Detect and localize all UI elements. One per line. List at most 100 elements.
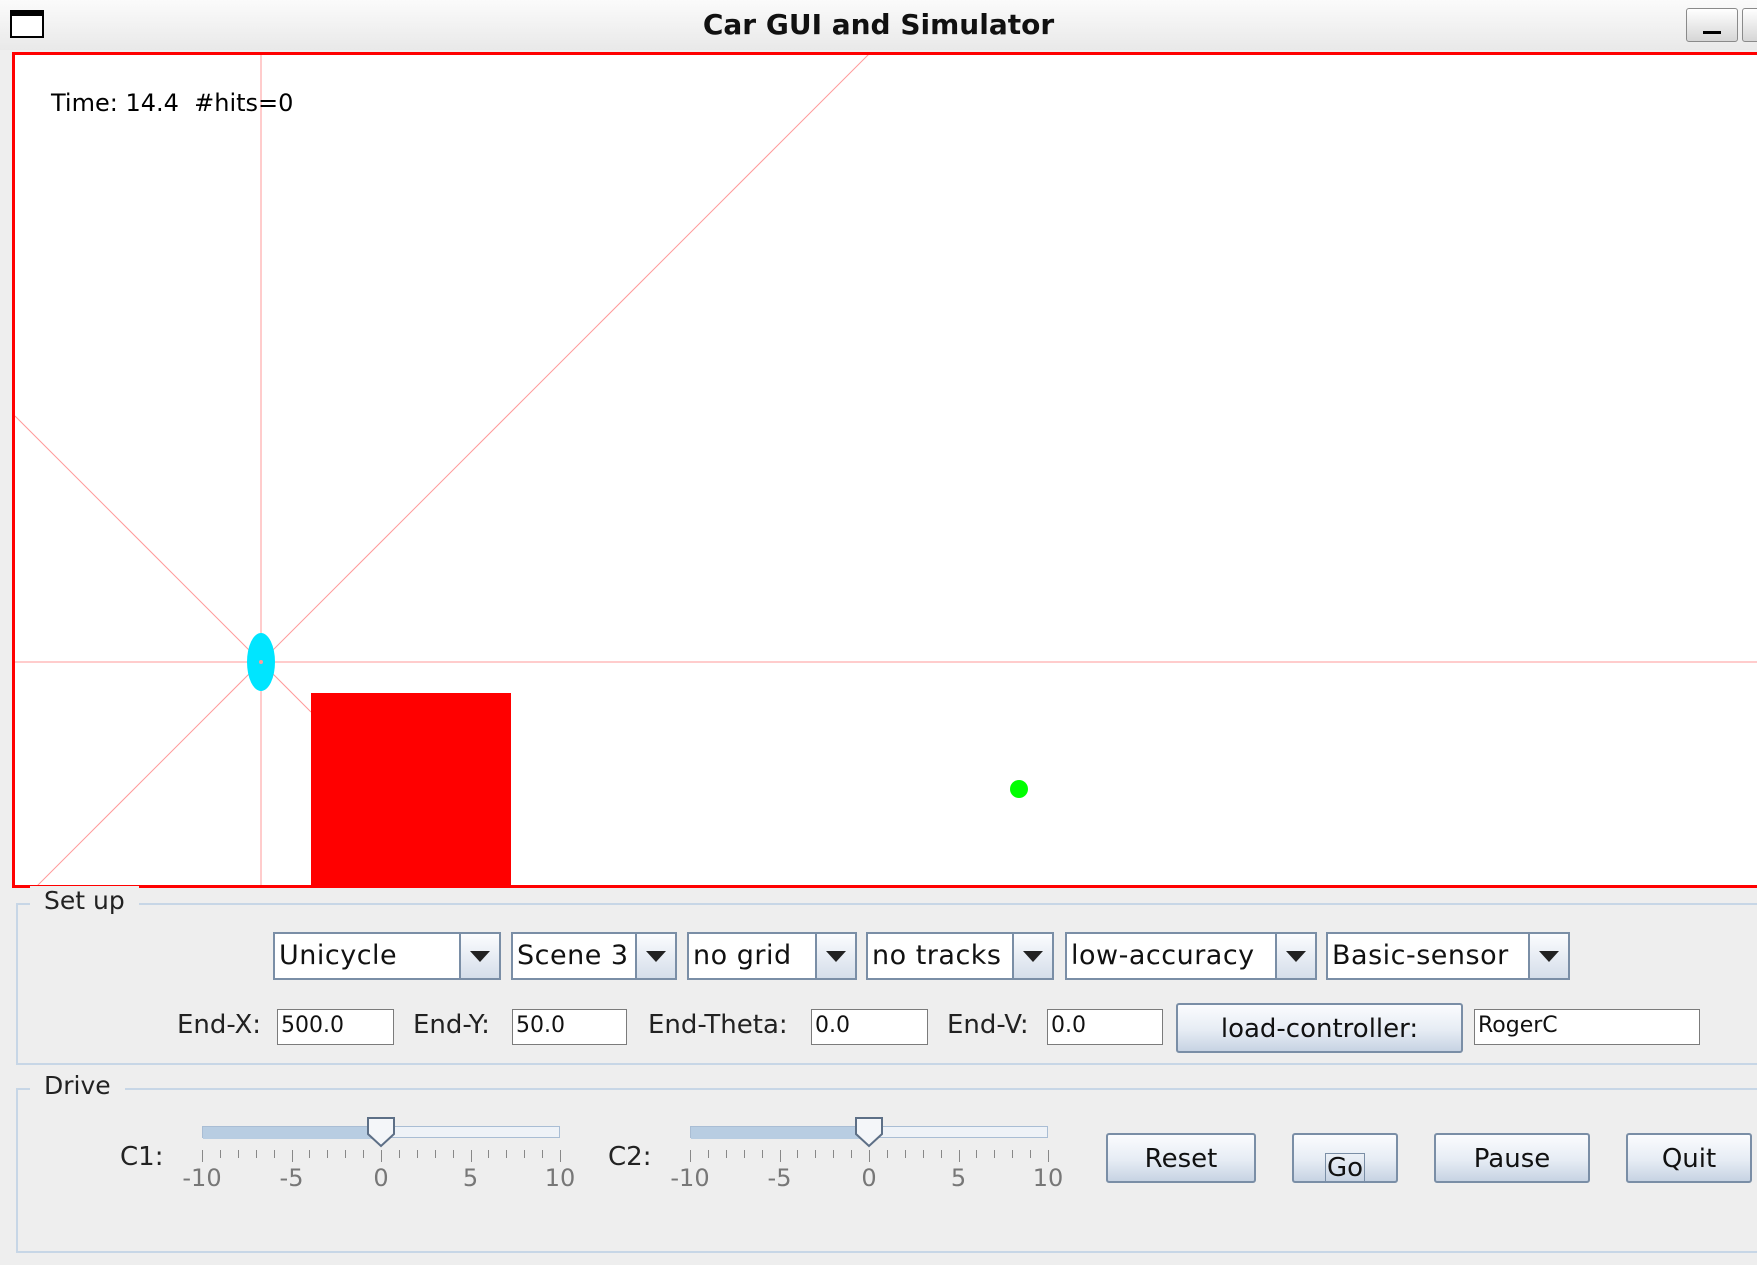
c2-slider-tick [959,1150,960,1162]
c2-slider-tick [941,1150,942,1158]
pause-button[interactable]: Pause [1434,1133,1590,1183]
c2-slider-tick [726,1150,727,1158]
end-theta-field[interactable]: 0.0 [811,1009,928,1045]
c1-slider-tick [435,1150,436,1158]
c2-label: C2: [608,1142,652,1172]
c2-slider-thumb[interactable] [854,1116,884,1148]
chevron-down-icon [815,934,855,978]
c2-slider-tick [708,1150,709,1158]
c2-slider-tick-label: 0 [861,1164,877,1192]
c1-slider-tick [274,1150,275,1158]
c1-slider-tick-label: 5 [462,1164,479,1192]
c1-slider-tick [345,1150,346,1158]
accuracy-select[interactable]: low-accuracy [1065,932,1317,980]
c1-slider-tick [399,1150,400,1158]
end-x-field[interactable]: 500.0 [277,1009,394,1045]
load-controller-button[interactable]: load-controller: [1176,1003,1463,1053]
c1-slider-tick [417,1150,418,1158]
c2-slider-tick [797,1150,798,1158]
c2-slider[interactable]: -10 -5 0 5 10 [670,1112,1063,1192]
c2-slider-tick-label: 10 [1032,1164,1064,1192]
c1-slider-tick [202,1150,203,1162]
c1-slider-tick-label: -5 [279,1164,304,1192]
quit-label: Quit [1661,1144,1717,1174]
controller-name-field[interactable]: RogerC [1474,1009,1700,1045]
chevron-down-icon [1275,934,1315,978]
c1-slider-tick [238,1150,239,1158]
obstacle-block [311,693,511,885]
simulation-canvas[interactable]: Time: 14.4 #hits=0 [12,52,1757,888]
c1-slider-fill [203,1127,382,1139]
c2-slider-tick-label: -5 [767,1164,792,1192]
end-v-label: End-V: [947,1010,1029,1040]
car-center [259,660,263,664]
c2-slider-tick [976,1150,977,1158]
grid-select[interactable]: no grid [687,932,857,980]
end-y-label: End-Y: [413,1010,490,1040]
c1-slider-tick [453,1150,454,1158]
c1-slider-thumb[interactable] [366,1116,396,1148]
scene-select[interactable]: Scene 3 [511,932,677,980]
reset-button[interactable]: Reset [1106,1133,1256,1183]
go-button[interactable]: Go [1292,1133,1398,1183]
end-theta-label: End-Theta: [648,1010,788,1040]
c1-slider-tick [256,1150,257,1158]
c1-slider-tick-label: -10 [182,1164,222,1192]
chevron-down-icon [1528,934,1568,978]
c2-slider-tick [887,1150,888,1158]
end-v-field[interactable]: 0.0 [1047,1009,1163,1045]
grid-select-value: no grid [693,940,792,971]
c2-slider-tick [851,1150,852,1158]
target-point [1010,780,1028,798]
c2-slider-tick-label: -10 [670,1164,710,1192]
c2-slider-tick [833,1150,834,1158]
chevron-down-icon [1012,934,1052,978]
c1-slider-tick [220,1150,221,1158]
sensor-select-value: Basic-sensor [1332,940,1509,971]
c1-slider[interactable]: -10 -5 0 5 10 [182,1112,575,1192]
end-x-label: End-X: [177,1010,262,1040]
c1-slider-tick-label: 10 [544,1164,576,1192]
simulation-drawing [15,55,1757,885]
c1-slider-tick-label: 0 [373,1164,389,1192]
tracks-select-value: no tracks [872,940,1002,971]
end-y-field[interactable]: 50.0 [512,1009,627,1045]
c2-slider-tick [780,1150,781,1162]
c1-slider-tick [381,1150,382,1162]
status-text: Time: 14.4 #hits=0 [51,89,294,117]
vehicle-select[interactable]: Unicycle [273,932,501,980]
load-controller-label: load-controller: [1220,1014,1419,1044]
c2-slider-tick [690,1150,691,1162]
window-title: Car GUI and Simulator [702,8,1055,41]
c2-slider-tick [762,1150,763,1158]
c2-slider-tick [815,1150,816,1158]
reset-label: Reset [1144,1144,1218,1174]
minimize-button[interactable] [1686,8,1738,42]
quit-button[interactable]: Quit [1626,1133,1752,1183]
go-label: Go [1324,1153,1366,1183]
maximize-button[interactable] [1742,8,1757,42]
c1-slider-tick [292,1150,293,1162]
minimize-icon [1703,31,1721,34]
title-bar: Car GUI and Simulator [0,0,1757,50]
c2-slider-tick [869,1150,870,1162]
vehicle-select-value: Unicycle [279,940,398,971]
c1-slider-tick [363,1150,364,1158]
c1-slider-tick [560,1150,561,1162]
pause-label: Pause [1473,1144,1551,1174]
c2-slider-fill [691,1127,870,1139]
c1-label: C1: [120,1142,164,1172]
sensor-select[interactable]: Basic-sensor [1326,932,1570,980]
c2-slider-tick [744,1150,745,1158]
accuracy-select-value: low-accuracy [1071,940,1255,971]
c2-slider-tick [1012,1150,1013,1158]
c2-slider-tick [923,1150,924,1158]
c1-slider-tick [506,1150,507,1158]
tracks-select[interactable]: no tracks [866,932,1054,980]
c2-slider-tick [1048,1150,1049,1162]
c1-slider-tick [542,1150,543,1158]
scene-select-value: Scene 3 [517,940,629,971]
c1-slider-tick [309,1150,310,1158]
chevron-down-icon [635,934,675,978]
chevron-down-icon [459,934,499,978]
